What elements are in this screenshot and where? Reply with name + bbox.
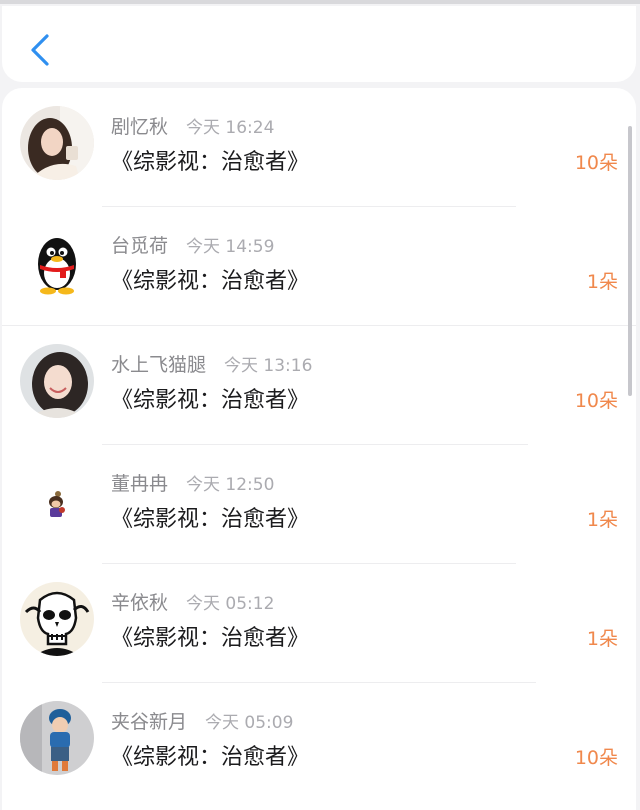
flower-count: 10朵 bbox=[574, 747, 618, 769]
avatar-photo-woman-icon[interactable] bbox=[20, 106, 94, 180]
scrollbar[interactable] bbox=[628, 126, 632, 396]
list-item[interactable]: 夹谷新月 今天 05:09 《综影视：治愈者》 10朵 bbox=[2, 683, 636, 802]
list-item[interactable]: 辛依秋 今天 05:12 《综影视：治愈者》 1朵 bbox=[2, 564, 636, 683]
flower-count: 1朵 bbox=[586, 628, 618, 650]
list-item[interactable]: 台觅荷 今天 14:59 《综影视：治愈者》 1朵 bbox=[2, 207, 636, 326]
back-button[interactable] bbox=[20, 28, 60, 72]
flower-count: 10朵 bbox=[574, 390, 618, 412]
timestamp: 今天 16:24 bbox=[186, 118, 275, 138]
status-bar-edge bbox=[0, 0, 640, 4]
flower-count: 1朵 bbox=[586, 509, 618, 531]
user-name[interactable]: 董冉冉 bbox=[111, 469, 168, 496]
book-title: 《综影视：治愈者》 bbox=[111, 150, 310, 175]
timestamp: 今天 05:09 bbox=[205, 713, 294, 733]
book-title: 《综影视：治愈者》 bbox=[111, 626, 310, 651]
book-title: 《综影视：治愈者》 bbox=[111, 388, 310, 413]
book-title: 《综影视：治愈者》 bbox=[111, 507, 310, 532]
chevron-left-icon bbox=[31, 34, 49, 66]
avatar-photo-girl-icon[interactable] bbox=[20, 344, 94, 418]
timestamp: 今天 12:50 bbox=[186, 475, 275, 495]
timestamp: 今天 14:59 bbox=[186, 237, 275, 257]
book-title: 《综影视：治愈者》 bbox=[111, 745, 310, 770]
flower-count: 10朵 bbox=[574, 152, 618, 174]
timestamp: 今天 13:16 bbox=[224, 356, 313, 376]
flower-count: 1朵 bbox=[586, 271, 618, 293]
user-name[interactable]: 剧忆秋 bbox=[111, 112, 168, 139]
list-item[interactable]: 董冉冉 今天 12:50 《综影视：治愈者》 1朵 bbox=[2, 445, 636, 564]
list-item[interactable]: 剧忆秋 今天 16:24 《综影视：治愈者》 10朵 bbox=[2, 88, 636, 207]
avatar-skull-art-icon[interactable] bbox=[20, 582, 94, 656]
avatar-cartoon-icon[interactable] bbox=[20, 463, 94, 537]
qq-penguin-icon[interactable] bbox=[20, 225, 94, 299]
timestamp: 今天 05:12 bbox=[186, 594, 275, 614]
user-name[interactable]: 台觅荷 bbox=[111, 231, 168, 258]
avatar-child-photo-icon[interactable] bbox=[20, 701, 94, 775]
user-name[interactable]: 夹谷新月 bbox=[111, 707, 187, 734]
book-title: 《综影视：治愈者》 bbox=[111, 269, 310, 294]
flower-gift-list[interactable]: 剧忆秋 今天 16:24 《综影视：治愈者》 10朵 台觅荷 今天 14:59 … bbox=[2, 88, 636, 810]
user-name[interactable]: 辛依秋 bbox=[111, 588, 168, 615]
list-item[interactable]: 水上飞猫腿 今天 13:16 《综影视：治愈者》 10朵 bbox=[2, 326, 636, 445]
top-nav-bar bbox=[2, 6, 636, 82]
user-name[interactable]: 水上飞猫腿 bbox=[111, 350, 206, 377]
